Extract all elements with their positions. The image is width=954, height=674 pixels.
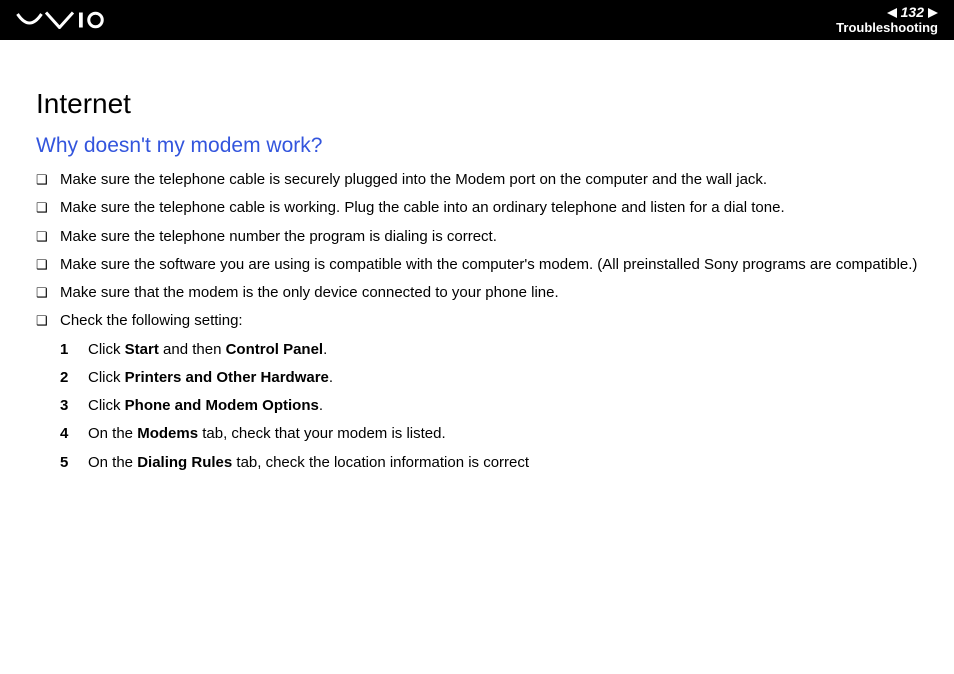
bullet-icon: ❑: [36, 283, 60, 302]
list-item: ❑ Make sure the telephone cable is worki…: [36, 198, 918, 218]
list-item: 5 On the Dialing Rules tab, check the lo…: [60, 453, 918, 473]
bullet-text: Make sure the telephone cable is working…: [60, 198, 918, 218]
step-text: On the Modems tab, check that your modem…: [88, 424, 918, 444]
step-number: 3: [60, 396, 88, 416]
page-number: 132: [901, 5, 924, 20]
step-text: Click Printers and Other Hardware.: [88, 368, 918, 388]
step-text: Click Phone and Modem Options.: [88, 396, 918, 416]
list-item: 1 Click Start and then Control Panel.: [60, 340, 918, 360]
step-number: 4: [60, 424, 88, 444]
bullet-text: Make sure the telephone number the progr…: [60, 227, 918, 247]
section-label: Troubleshooting: [836, 21, 938, 35]
list-item: 4 On the Modems tab, check that your mod…: [60, 424, 918, 444]
vaio-logo: [16, 11, 106, 29]
bullet-icon: ❑: [36, 227, 60, 246]
header-bar: 132 Troubleshooting: [0, 0, 954, 40]
page-title: Internet: [36, 88, 918, 120]
bullet-text: Check the following setting:: [60, 311, 918, 331]
list-item: ❑ Make sure the telephone number the pro…: [36, 227, 918, 247]
header-right: 132 Troubleshooting: [836, 5, 938, 35]
page-subtitle: Why doesn't my modem work?: [36, 134, 918, 158]
next-page-icon[interactable]: [928, 8, 938, 18]
bullet-text: Make sure that the modem is the only dev…: [60, 283, 918, 303]
bullet-icon: ❑: [36, 311, 60, 330]
step-number: 1: [60, 340, 88, 360]
bullet-list: ❑ Make sure the telephone cable is secur…: [36, 170, 918, 332]
page-content: Internet Why doesn't my modem work? ❑ Ma…: [0, 40, 954, 473]
vaio-logo-svg: [16, 11, 106, 29]
bullet-text: Make sure the software you are using is …: [60, 255, 918, 275]
bullet-text: Make sure the telephone cable is securel…: [60, 170, 918, 190]
bullet-icon: ❑: [36, 198, 60, 217]
list-item: ❑ Check the following setting:: [36, 311, 918, 331]
step-list: 1 Click Start and then Control Panel. 2 …: [60, 340, 918, 473]
step-text: On the Dialing Rules tab, check the loca…: [88, 453, 918, 473]
bullet-icon: ❑: [36, 255, 60, 274]
page-navigator: 132: [887, 5, 938, 20]
step-text: Click Start and then Control Panel.: [88, 340, 918, 360]
list-item: ❑ Make sure the software you are using i…: [36, 255, 918, 275]
step-number: 2: [60, 368, 88, 388]
list-item: 3 Click Phone and Modem Options.: [60, 396, 918, 416]
step-number: 5: [60, 453, 88, 473]
prev-page-icon[interactable]: [887, 8, 897, 18]
list-item: ❑ Make sure that the modem is the only d…: [36, 283, 918, 303]
list-item: ❑ Make sure the telephone cable is secur…: [36, 170, 918, 190]
list-item: 2 Click Printers and Other Hardware.: [60, 368, 918, 388]
bullet-icon: ❑: [36, 170, 60, 189]
